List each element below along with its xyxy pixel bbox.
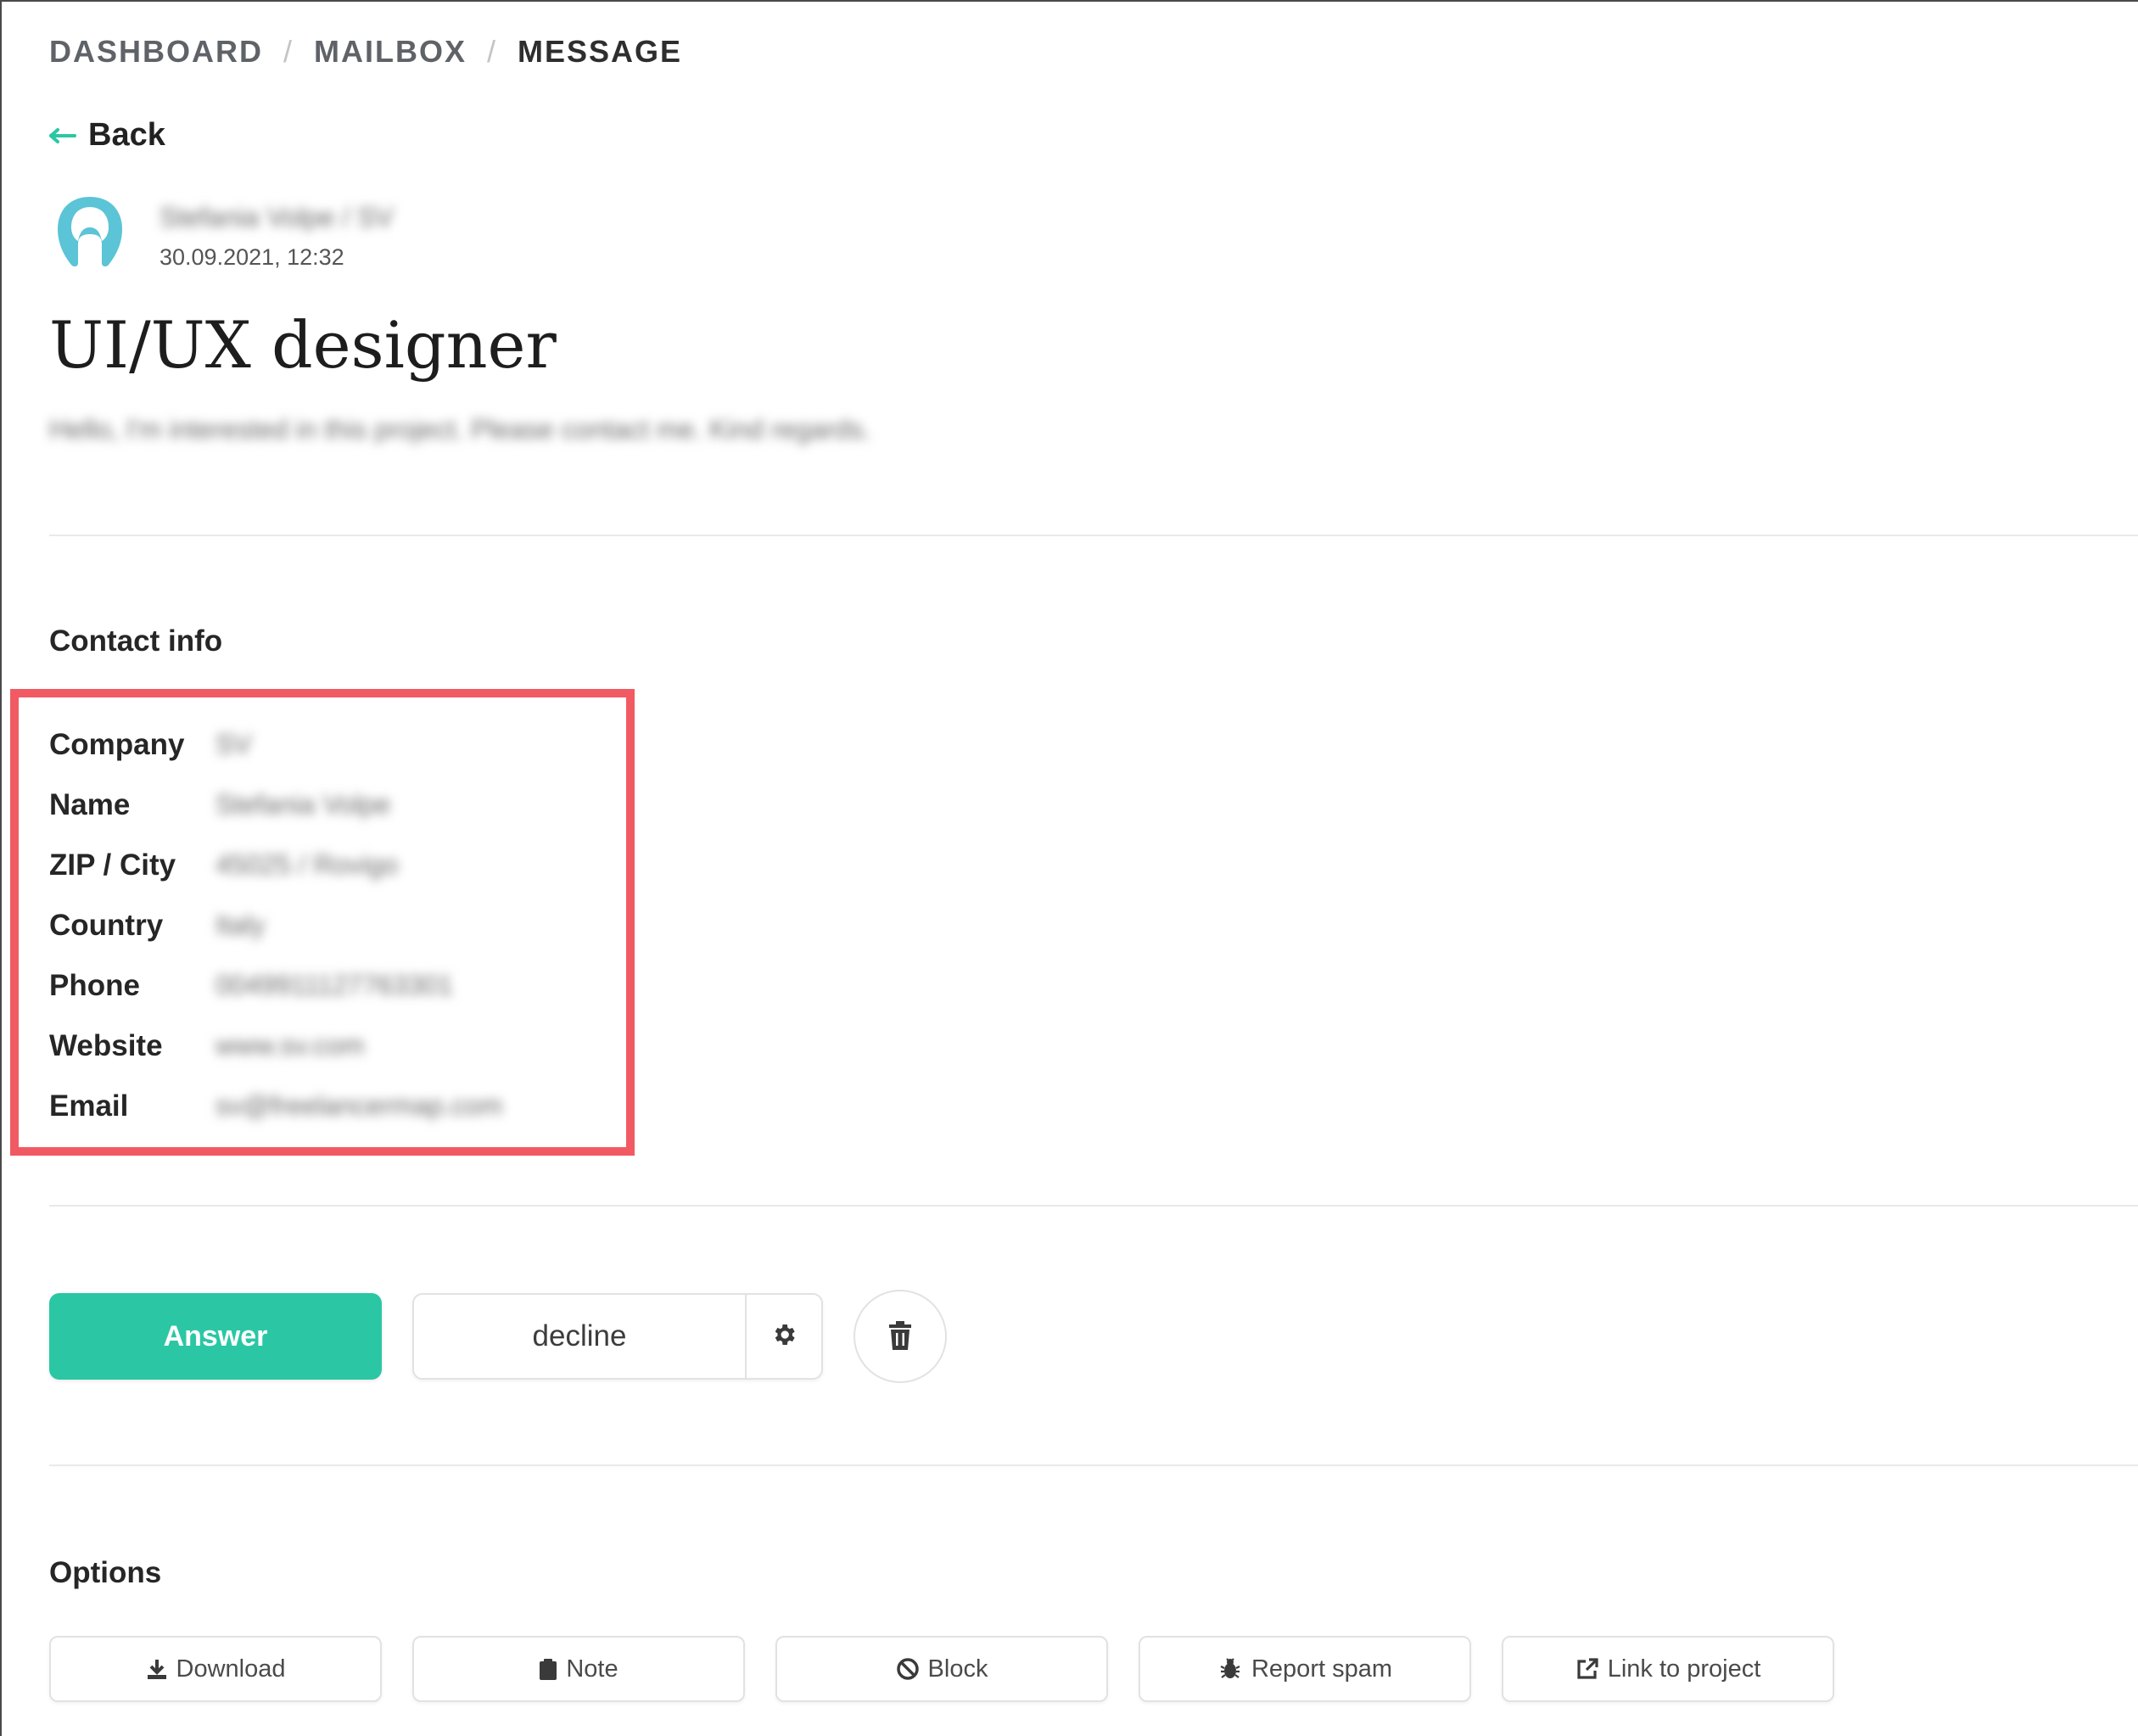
contact-row-name: Name Stefania Volpe	[49, 775, 502, 835]
contact-value[interactable]: www.sv.com	[215, 1030, 364, 1061]
clipboard-icon	[539, 1658, 557, 1680]
breadcrumb-dashboard[interactable]: DASHBOARD	[49, 34, 263, 70]
contact-info-title: Contact info	[49, 624, 223, 658]
contact-value[interactable]: 0049911127763301	[215, 970, 453, 1001]
back-label: Back	[88, 117, 165, 153]
sender-meta: Stefania Volpe / SV 30.09.2021, 12:32	[160, 192, 394, 271]
breadcrumb-separator: /	[487, 34, 498, 69]
breadcrumb: DASHBOARD / MAILBOX / MESSAGE	[49, 34, 682, 70]
user-avatar-icon	[49, 192, 131, 273]
decline-button-group: decline	[412, 1293, 823, 1380]
contact-label: Email	[49, 1089, 129, 1123]
block-icon	[896, 1657, 920, 1681]
report-spam-button[interactable]: Report spam	[1139, 1636, 1471, 1702]
contact-label: ZIP / City	[49, 848, 176, 882]
message-body: Hello, I'm interested in this project. P…	[49, 414, 871, 445]
contact-label: Country	[49, 908, 164, 942]
download-label: Download	[176, 1655, 286, 1683]
contact-value: Stefania Volpe	[215, 789, 391, 820]
external-link-icon	[1576, 1657, 1599, 1681]
message-date: 30.09.2021, 12:32	[160, 244, 344, 270]
divider	[49, 1464, 2138, 1466]
divider	[49, 1205, 2138, 1207]
sender-name: Stefania Volpe / SV	[160, 202, 394, 232]
delete-button[interactable]	[854, 1290, 947, 1383]
note-button[interactable]: Note	[412, 1636, 745, 1702]
contact-label: Name	[49, 787, 131, 821]
report-spam-label: Report spam	[1251, 1655, 1392, 1683]
contact-label: Company	[49, 727, 185, 761]
download-icon	[146, 1658, 168, 1680]
block-label: Block	[927, 1655, 988, 1683]
contact-value: 45025 / Rovigo	[215, 849, 399, 880]
contact-row-website: Website www.sv.com	[49, 1016, 502, 1076]
link-to-project-button[interactable]: Link to project	[1502, 1636, 1834, 1702]
options-title: Options	[49, 1556, 162, 1589]
breadcrumb-mailbox[interactable]: MAILBOX	[314, 34, 467, 70]
trash-icon	[887, 1320, 913, 1352]
contact-row-zip-city: ZIP / City 45025 / Rovigo	[49, 835, 502, 895]
contact-label: Website	[49, 1028, 163, 1062]
note-label: Note	[566, 1655, 618, 1683]
download-button[interactable]: Download	[49, 1636, 382, 1702]
decline-settings-button[interactable]	[745, 1295, 821, 1378]
contact-row-company: Company SV	[49, 714, 502, 775]
breadcrumb-separator: /	[283, 34, 294, 69]
link-to-project-label: Link to project	[1607, 1655, 1761, 1683]
contact-row-phone: Phone 0049911127763301	[49, 955, 502, 1016]
breadcrumb-message: MESSAGE	[518, 34, 683, 69]
contact-value[interactable]: sv@freelancermap.com	[215, 1090, 502, 1122]
arrow-left-icon	[49, 127, 76, 144]
gear-icon	[770, 1321, 798, 1352]
options-toolbar: Download Note Block Report spam Link to …	[49, 1636, 1865, 1702]
contact-row-email: Email sv@freelancermap.com	[49, 1076, 502, 1136]
divider	[49, 535, 2138, 536]
back-link[interactable]: Back	[49, 117, 165, 154]
contact-row-country: Country Italy	[49, 895, 502, 955]
contact-value: SV	[215, 729, 252, 759]
message-subject: UI/UX designer	[49, 307, 557, 383]
contact-value: Italy	[215, 910, 266, 940]
block-button[interactable]: Block	[775, 1636, 1108, 1702]
answer-button[interactable]: Answer	[49, 1293, 382, 1380]
decline-button[interactable]: decline	[414, 1295, 745, 1378]
contact-info-table: Company SV Name Stefania Volpe ZIP / Cit…	[49, 714, 502, 1136]
sender-header: Stefania Volpe / SV 30.09.2021, 12:32	[49, 192, 394, 273]
bug-icon	[1217, 1656, 1243, 1682]
contact-label: Phone	[49, 968, 140, 1002]
